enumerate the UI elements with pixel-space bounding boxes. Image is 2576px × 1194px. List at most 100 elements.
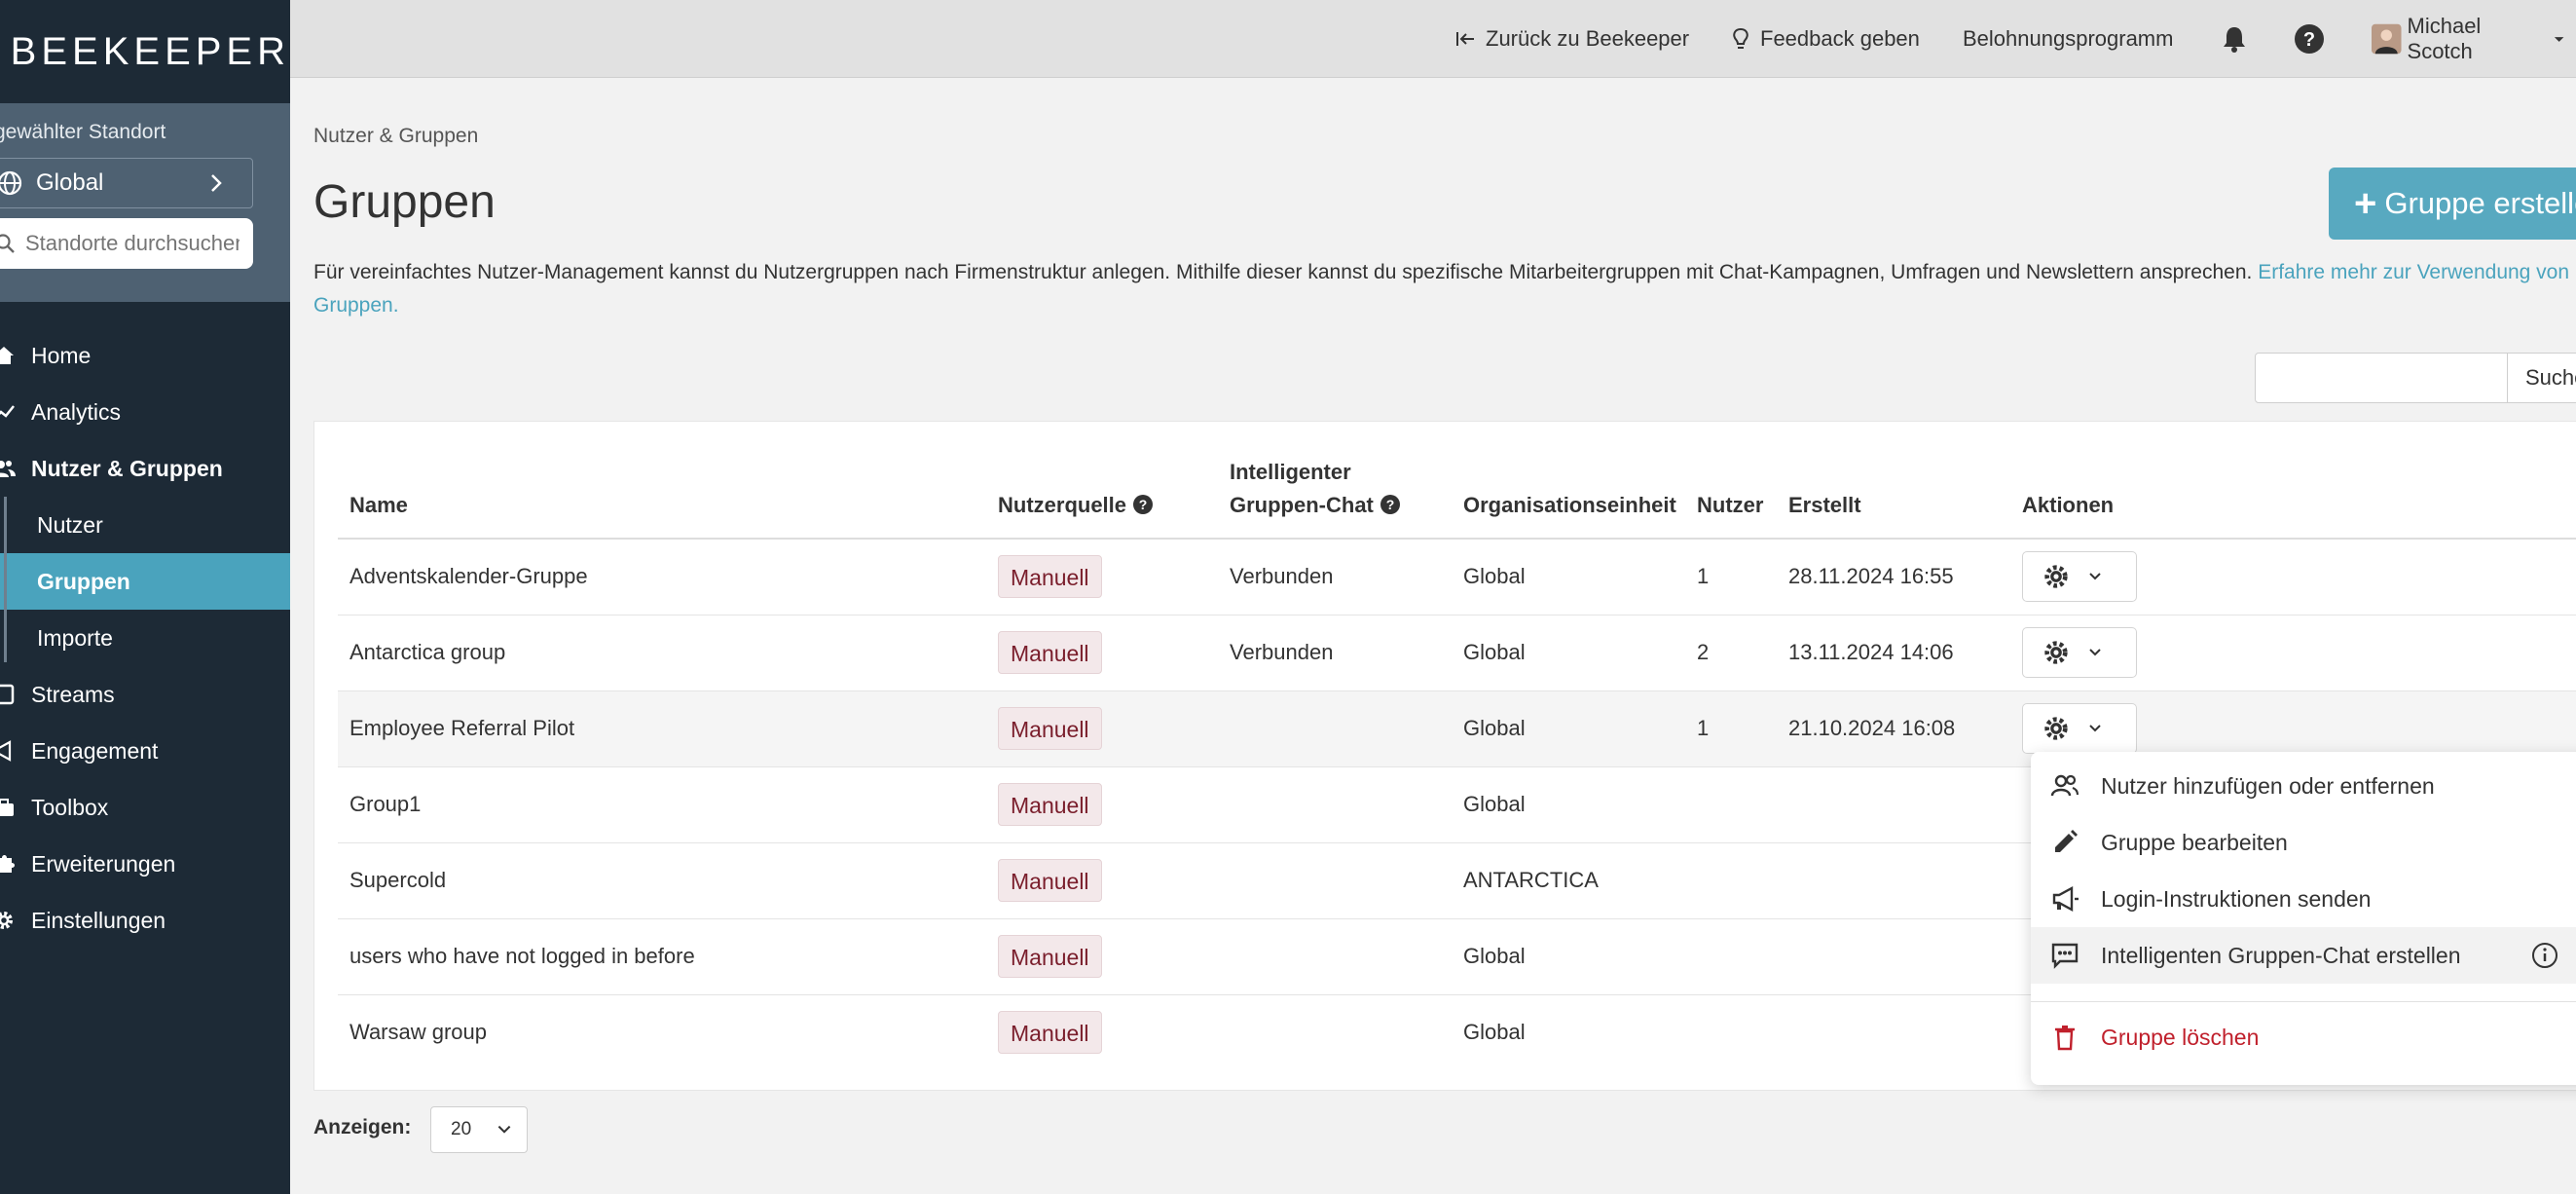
menu-edit-group[interactable]: Gruppe bearbeiten — [2031, 814, 2576, 871]
nav-users-groups[interactable]: Nutzer & Gruppen — [0, 440, 290, 497]
row-org: Global — [1452, 918, 1685, 995]
nav-analytics[interactable]: Analytics — [0, 384, 290, 440]
pencil-icon — [2055, 830, 2078, 852]
row-name[interactable]: Antarctica group — [338, 615, 986, 691]
nav-streams-label: Streams — [31, 681, 115, 707]
nav-analytics-label: Analytics — [31, 398, 122, 425]
row-created — [1777, 842, 2010, 919]
row-name[interactable]: Adventskalender-Gruppe — [338, 539, 986, 616]
source-badge: Manuell — [998, 783, 1102, 826]
row-source: Manuell — [986, 918, 1218, 995]
menu-delete-group[interactable]: Gruppe löschen — [2031, 1009, 2576, 1065]
row-name[interactable]: users who have not logged in before — [338, 918, 986, 995]
chat-icon — [2051, 943, 2079, 969]
actions-button[interactable] — [2022, 551, 2137, 603]
menu-send-login-instructions[interactable]: Login-Instruktionen senden — [2031, 871, 2576, 927]
nav-toolbox[interactable]: Toolbox — [0, 779, 290, 836]
row-org: Global — [1463, 1020, 1526, 1045]
row-chat — [1218, 918, 1452, 995]
back-to-beekeeper-link[interactable]: Zurück zu Beekeeper — [1454, 0, 1689, 78]
col-org[interactable]: Organisationseinheit — [1452, 451, 1685, 540]
row-source: Manuell — [986, 539, 1218, 616]
col-created[interactable]: Erstellt — [1777, 451, 2010, 540]
trash-icon — [2055, 1026, 2075, 1051]
svg-text:?: ? — [1139, 497, 1148, 512]
create-group-label: Gruppe erstellen — [2384, 186, 2576, 220]
row-name[interactable]: Group1 — [338, 766, 986, 843]
user-menu[interactable]: Michael Scotch — [2372, 0, 2576, 78]
source-badge: Manuell — [998, 859, 1102, 902]
row-source: Manuell — [986, 766, 1218, 843]
nav-home[interactable]: Home — [0, 327, 290, 384]
page-title: Gruppen — [313, 176, 496, 228]
row-actions — [2010, 539, 2576, 616]
col-source-label: Nutzerquelle — [998, 493, 1127, 517]
nav-streams[interactable]: Streams — [0, 666, 290, 723]
sub-nav-users[interactable]: Nutzer — [0, 497, 290, 553]
nav-settings[interactable]: Einstellungen — [0, 892, 290, 949]
row-users: 2 — [1685, 615, 1777, 691]
source-badge: Manuell — [998, 631, 1102, 674]
row-chat — [1218, 842, 1452, 919]
home-icon — [0, 347, 14, 364]
group-search-input[interactable] — [2256, 354, 2507, 402]
row-name[interactable]: Employee Referral Pilot — [338, 690, 986, 767]
row-org: Global — [1452, 766, 1685, 843]
bell-icon — [2224, 27, 2245, 53]
page-size-select[interactable]: 20 — [430, 1106, 528, 1153]
users-icon — [0, 461, 16, 477]
lightbulb-icon — [1733, 27, 1748, 49]
sub-nav-imports[interactable]: Importe — [0, 610, 290, 666]
row-chat — [1218, 766, 1452, 843]
col-users[interactable]: Nutzer — [1685, 451, 1777, 540]
location-search[interactable] — [0, 218, 253, 269]
nav-users-groups-label: Nutzer & Gruppen — [31, 455, 223, 481]
page-size-label: Anzeigen: — [313, 1116, 412, 1138]
table-row: Adventskalender-Gruppe Manuell Verbunden… — [338, 539, 2576, 616]
plus-icon: + — [2354, 182, 2377, 225]
notifications-button[interactable] — [2220, 0, 2259, 78]
col-source: Nutzerquelle? — [986, 451, 1218, 540]
actions-button[interactable] — [2022, 627, 2137, 678]
row-name[interactable]: Warsaw group — [338, 994, 986, 1070]
col-name[interactable]: Name — [338, 451, 986, 540]
beekeeper-logo-icon — [0, 29, 1, 74]
row-org: Global — [1452, 615, 1685, 691]
sidebar: BEEKEEPER gewählter Standort Global Home… — [0, 0, 290, 1194]
row-source: Manuell — [986, 690, 1218, 767]
row-users — [1685, 994, 1777, 1070]
help-button[interactable]: ? — [2294, 0, 2335, 78]
logo[interactable]: BEEKEEPER — [0, 0, 290, 103]
nav-engagement[interactable]: Engagement — [0, 723, 290, 779]
info-icon[interactable] — [2531, 942, 2558, 969]
user-name: Michael Scotch — [2407, 14, 2482, 63]
location-select[interactable]: Global — [0, 158, 253, 208]
rewards-link[interactable]: Belohnungsprogramm — [1963, 0, 2173, 78]
nav-extensions[interactable]: Erweiterungen — [0, 836, 290, 892]
table-row: Antarctica group Manuell Verbunden Globa… — [338, 615, 2576, 691]
actions-button[interactable] — [2022, 703, 2137, 754]
feedback-link[interactable]: Feedback geben — [1731, 0, 1920, 78]
search-icon — [0, 234, 15, 253]
nav-extensions-label: Erweiterungen — [31, 850, 176, 877]
sidebar-nav: Home Analytics Nutzer & Gruppen Nutzer G… — [0, 327, 290, 949]
col-chat-line2: Gruppen-Chat — [1230, 493, 1374, 517]
help-icon[interactable]: ? — [1380, 494, 1401, 515]
help-icon[interactable]: ? — [1132, 494, 1154, 515]
sub-nav-groups[interactable]: Gruppen — [0, 553, 290, 610]
create-group-button[interactable]: + Gruppe erstellen — [2329, 168, 2576, 240]
search-button[interactable]: Suchen — [2507, 354, 2576, 402]
location-search-input[interactable] — [25, 231, 239, 256]
svg-text:?: ? — [1386, 497, 1395, 512]
stream-icon — [0, 684, 15, 705]
menu-add-remove-users[interactable]: Nutzer hinzufügen oder entfernen — [2031, 758, 2576, 814]
row-users — [1685, 842, 1777, 919]
col-chat-line1: Intelligenter — [1230, 460, 1351, 484]
toolbox-icon — [0, 799, 14, 816]
menu-create-smart-chat[interactable]: Intelligenten Gruppen-Chat erstellen — [2031, 927, 2576, 984]
breadcrumb[interactable]: Nutzer & Gruppen — [313, 125, 478, 148]
row-chat: Verbunden — [1218, 615, 1452, 691]
row-name[interactable]: Supercold — [338, 842, 986, 919]
table-header-row: Name Nutzerquelle? Intelligenter Gruppen-… — [338, 451, 2576, 540]
row-source: Manuell — [986, 842, 1218, 919]
